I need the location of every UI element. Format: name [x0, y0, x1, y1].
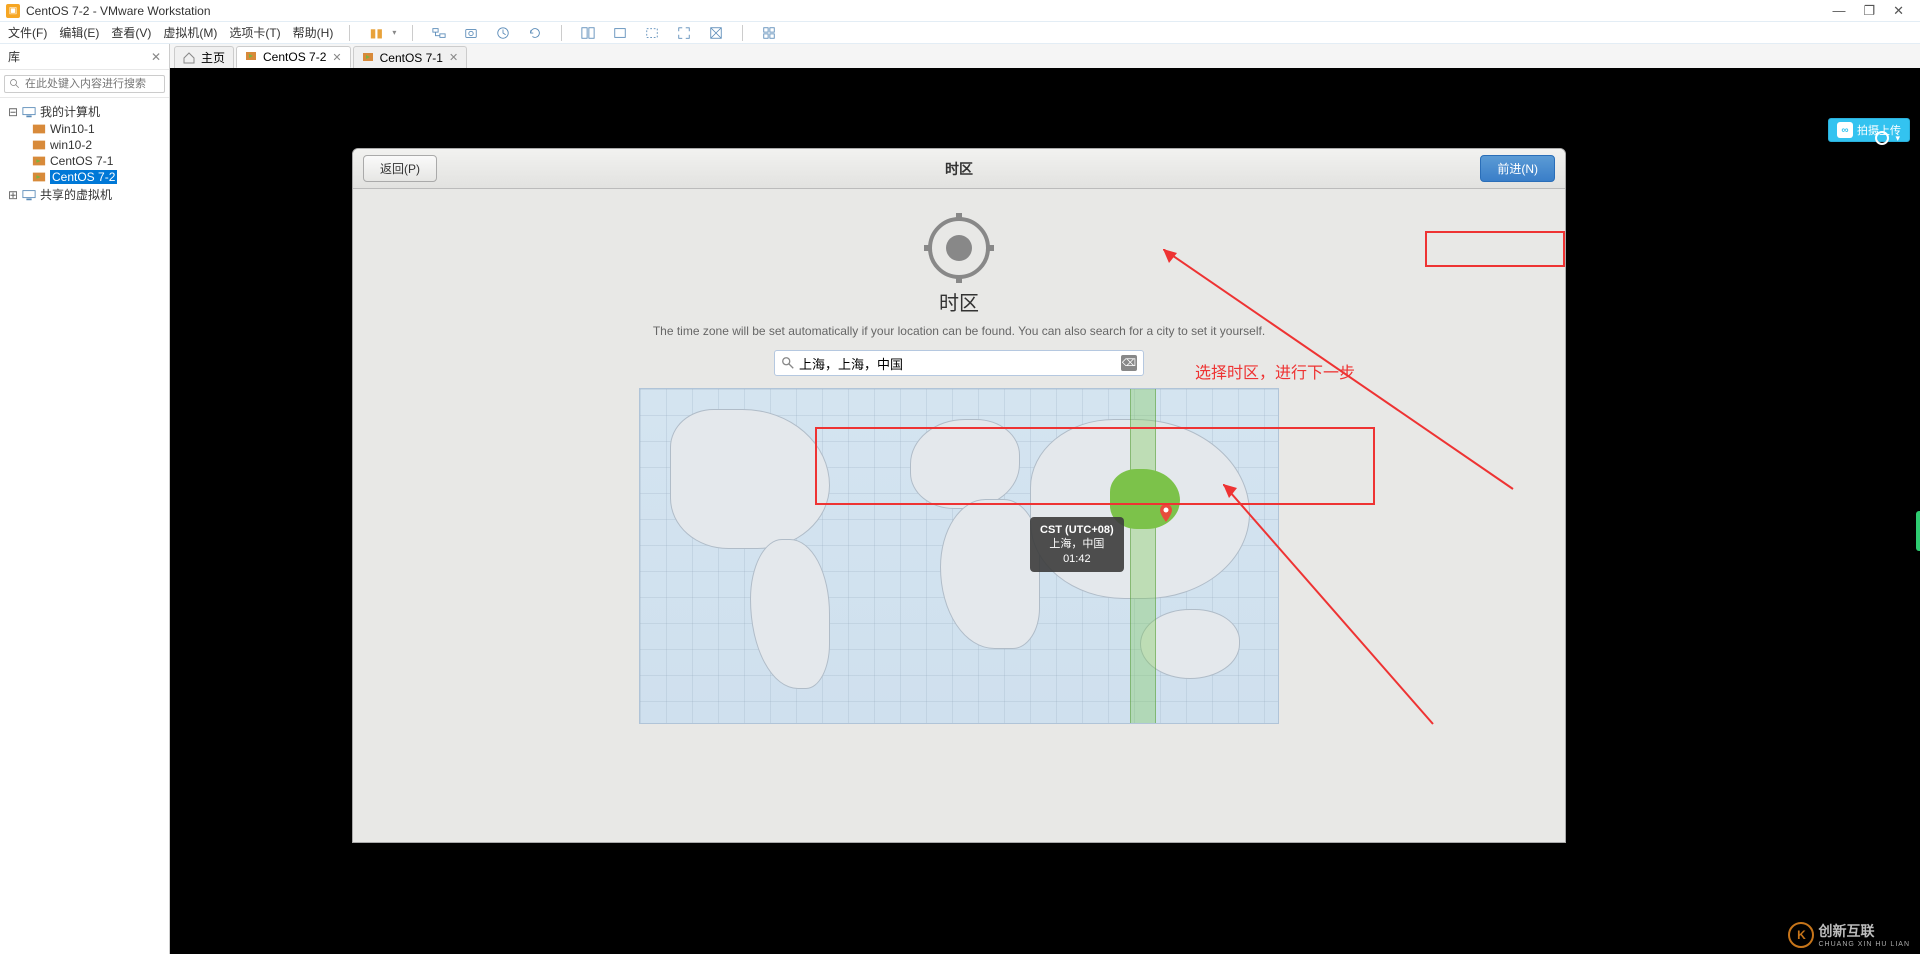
fullscreen-icon[interactable]	[674, 23, 694, 43]
app-icon: ▣	[6, 4, 20, 18]
expand-icon[interactable]: ⊞	[8, 188, 18, 202]
tz-highlight-band	[1130, 389, 1156, 723]
console-view-icon[interactable]	[610, 23, 630, 43]
pause-button[interactable]: ▮▮	[366, 23, 386, 43]
power-dropdown-icon[interactable]: ▾	[392, 28, 396, 37]
library-search-input[interactable]	[4, 75, 165, 93]
tz-search-input[interactable]	[799, 356, 1121, 371]
clear-input-icon[interactable]: ⌫	[1121, 355, 1137, 371]
menu-edit[interactable]: 编辑(E)	[59, 24, 99, 41]
annotation-text: 选择时区，进行下一步	[1195, 359, 1355, 383]
tz-search-box[interactable]: ⌫	[774, 350, 1144, 376]
tree-root-shared[interactable]: ⊞ 共享的虚拟机	[4, 185, 165, 204]
maximize-button[interactable]: ❐	[1863, 3, 1875, 19]
snapshot-icon[interactable]	[461, 23, 481, 43]
revert-icon[interactable]	[525, 23, 545, 43]
snapshot-manager-icon[interactable]	[493, 23, 513, 43]
tab-centos7-2[interactable]: CentOS 7-2 ✕	[236, 46, 351, 68]
menu-help[interactable]: 帮助(H)	[293, 24, 334, 41]
watermark-logo-icon: K	[1788, 922, 1814, 948]
library-sidebar: 库 ✕ ⊟ 我的计算机 Win10-1 win10-2 CentOS 7-1	[0, 44, 170, 954]
menu-view[interactable]: 查看(V)	[111, 24, 151, 41]
location-target-icon	[928, 217, 990, 279]
tree-item-centos7-2[interactable]: CentOS 7-2	[4, 169, 165, 185]
tree-root-mycomputer[interactable]: ⊟ 我的计算机	[4, 102, 165, 121]
back-button[interactable]: 返回(P)	[363, 155, 437, 182]
tab-close-icon[interactable]: ✕	[449, 51, 458, 64]
dialog-title: 时区	[945, 159, 973, 179]
gnome-topbar: ▾	[1875, 128, 1900, 148]
minimize-button[interactable]: —	[1832, 3, 1845, 19]
tree-item-win10-1[interactable]: Win10-1	[4, 121, 165, 137]
world-map[interactable]: CST (UTC+08) 上海，中国 01:42	[639, 388, 1279, 724]
cloud-icon: ∞	[1837, 122, 1853, 138]
vm-tree: ⊟ 我的计算机 Win10-1 win10-2 CentOS 7-1 CentO…	[0, 98, 169, 208]
library-title: 库	[8, 48, 20, 65]
content-area: 主页 CentOS 7-2 ✕ CentOS 7-1 ✕ ∞ 拍摄上传 ▾	[170, 44, 1920, 954]
menu-file[interactable]: 文件(F)	[8, 24, 47, 41]
watermark: K 创新互联 CHUANG XIN HU LIAN	[1788, 921, 1910, 948]
tree-item-centos7-1[interactable]: CentOS 7-1	[4, 153, 165, 169]
location-pin-icon	[1160, 504, 1172, 522]
window-title: CentOS 7-2 - VMware Workstation	[26, 4, 1832, 18]
tab-home[interactable]: 主页	[174, 46, 234, 68]
window-titlebar: ▣ CentOS 7-2 - VMware Workstation — ❐ ✕	[0, 0, 1920, 22]
tz-description: The time zone will be set automatically …	[373, 324, 1545, 338]
search-icon	[781, 356, 795, 370]
tab-bar: 主页 CentOS 7-2 ✕ CentOS 7-1 ✕	[170, 44, 1920, 68]
menu-tabs[interactable]: 选项卡(T)	[229, 24, 280, 41]
thumbnail-bar-icon[interactable]	[759, 23, 779, 43]
collapse-icon[interactable]: ⊟	[8, 105, 18, 119]
tree-item-win10-2[interactable]: win10-2	[4, 137, 165, 153]
accessibility-menu-icon[interactable]: ▾	[1895, 133, 1900, 144]
unity-icon[interactable]	[706, 23, 726, 43]
menubar: 文件(F) 编辑(E) 查看(V) 虚拟机(M) 选项卡(T) 帮助(H) ▮▮…	[0, 22, 1920, 44]
library-close-icon[interactable]: ✕	[151, 50, 161, 64]
stretch-icon[interactable]	[642, 23, 662, 43]
side-handle[interactable]	[1916, 511, 1920, 551]
forward-button[interactable]: 前进(N)	[1480, 155, 1555, 182]
vm-screen[interactable]: ∞ 拍摄上传 ▾ 返回(P) 时区 前进(N) 时区	[170, 68, 1920, 954]
tab-centos7-1[interactable]: CentOS 7-1 ✕	[353, 46, 468, 68]
accessibility-icon[interactable]	[1875, 131, 1889, 145]
fit-guest-icon[interactable]	[578, 23, 598, 43]
tz-tooltip: CST (UTC+08) 上海，中国 01:42	[1030, 517, 1124, 572]
close-button[interactable]: ✕	[1893, 3, 1904, 19]
tz-heading: 时区	[373, 287, 1545, 316]
tab-close-icon[interactable]: ✕	[332, 51, 341, 64]
menu-vm[interactable]: 虚拟机(M)	[163, 24, 217, 41]
send-ctrlaltdel-icon[interactable]	[429, 23, 449, 43]
installer-dialog: 返回(P) 时区 前进(N) 时区 The time zone will be …	[352, 148, 1566, 843]
